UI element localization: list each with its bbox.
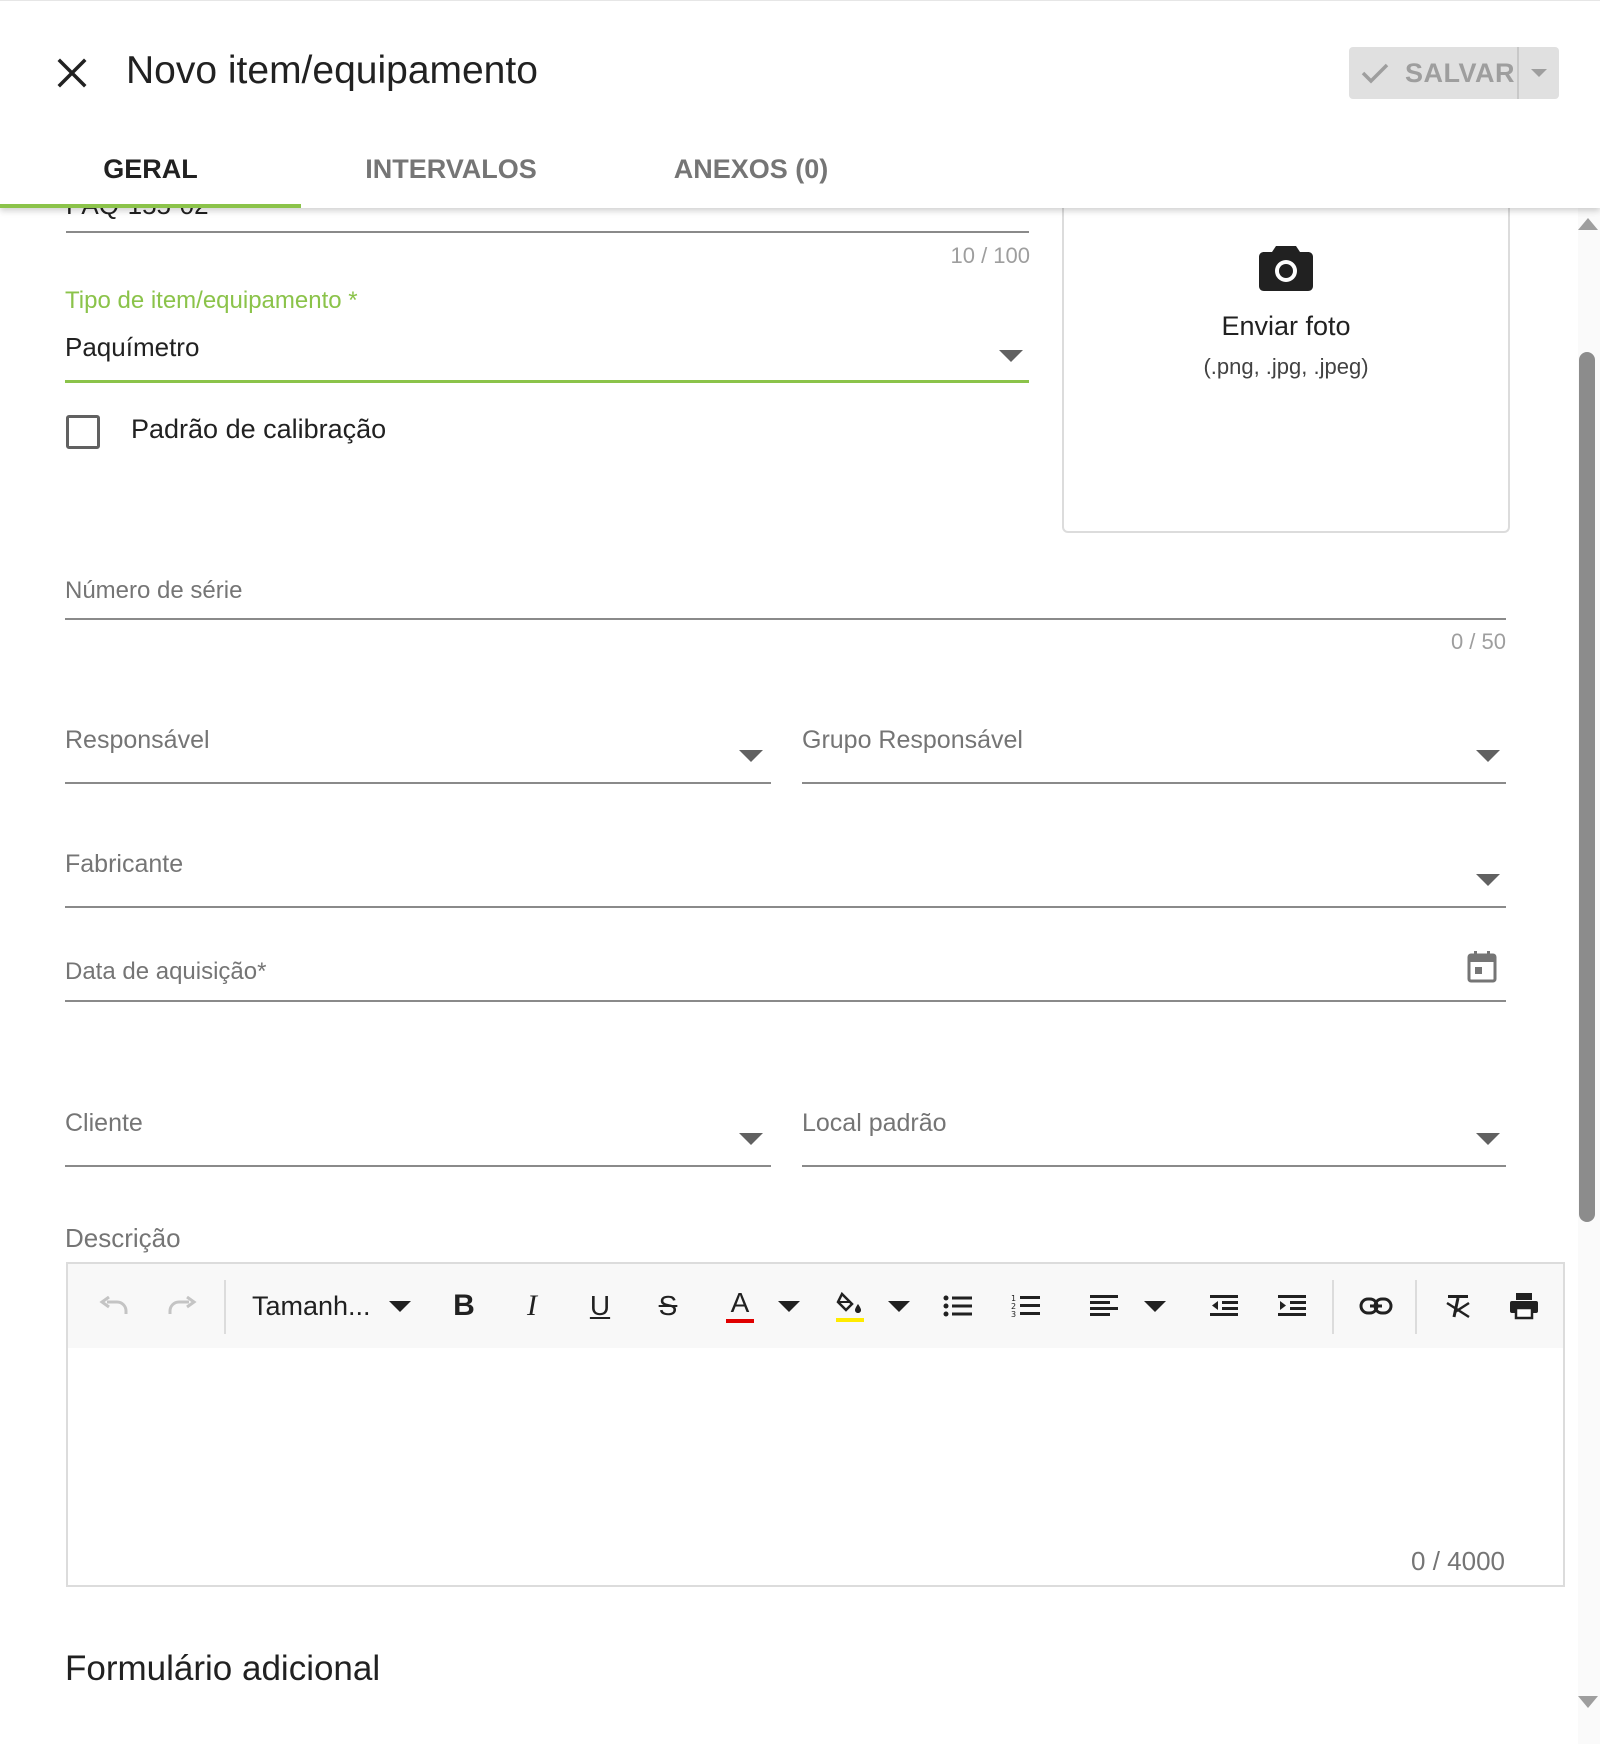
description-counter: 0 / 4000 <box>1411 1546 1505 1576</box>
form-content: PAQ-155-02 10 / 100 Tipo de item/equipam… <box>0 0 1580 1744</box>
default-location-select[interactable]: Local padrão <box>802 1101 1506 1165</box>
chevron-down-icon <box>739 750 763 762</box>
save-button-group: SALVAR <box>1349 47 1559 99</box>
undo-icon[interactable] <box>92 1284 136 1328</box>
italic-icon[interactable]: I <box>512 1284 552 1328</box>
tab-intervalos[interactable]: INTERVALOS <box>301 129 601 209</box>
client-label: Cliente <box>65 1109 143 1137</box>
description-text-area[interactable] <box>68 1348 1563 1585</box>
code-field-underline <box>66 231 1029 233</box>
save-options-button[interactable] <box>1519 47 1559 99</box>
chevron-down-icon <box>1476 1133 1500 1145</box>
editor-toolbar: Tamanh... B I U S A 123 <box>68 1264 1563 1348</box>
check-icon <box>1361 63 1389 84</box>
chevron-down-icon <box>1476 874 1500 886</box>
item-type-label: Tipo de item/equipamento * <box>65 287 358 314</box>
calibration-standard-checkbox[interactable] <box>66 415 100 449</box>
calendar-icon[interactable] <box>1466 950 1498 989</box>
save-button[interactable]: SALVAR <box>1349 47 1517 99</box>
responsible-select[interactable]: Responsável <box>65 718 771 782</box>
photo-upload-formats: (.png, .jpg, .jpeg) <box>1203 354 1369 379</box>
chevron-down-icon <box>1531 69 1547 77</box>
description-label: Descrição <box>65 1223 181 1253</box>
serial-number-counter: 0 / 50 <box>1450 629 1506 654</box>
tab-geral[interactable]: GERAL <box>0 129 301 209</box>
toolbar-divider <box>1332 1280 1334 1334</box>
client-underline <box>65 1165 771 1167</box>
default-location-underline <box>802 1165 1506 1167</box>
outdent-icon[interactable] <box>1204 1284 1244 1328</box>
link-icon[interactable] <box>1354 1284 1398 1328</box>
bold-icon[interactable]: B <box>444 1284 484 1328</box>
font-size-placeholder: Tamanh... <box>252 1290 371 1321</box>
toolbar-divider <box>224 1280 226 1334</box>
numbered-list-icon[interactable]: 123 <box>1006 1284 1046 1328</box>
svg-text:3: 3 <box>1011 1310 1016 1319</box>
tab-bar: GERAL INTERVALOS ANEXOS (0) <box>0 129 900 209</box>
page-title: Novo item/equipamento <box>126 49 538 92</box>
chevron-down-icon[interactable] <box>1140 1284 1170 1328</box>
description-editor: Tamanh... B I U S A 123 0 / 4000 <box>66 1262 1565 1587</box>
photo-upload-area[interactable]: Enviar foto (.png, .jpg, .jpeg) <box>1062 180 1510 533</box>
responsible-label: Responsável <box>65 726 210 754</box>
photo-upload-title: Enviar foto <box>1221 311 1351 341</box>
calibration-standard-label: Padrão de calibração <box>131 414 387 444</box>
clear-format-icon[interactable] <box>1438 1284 1478 1328</box>
chevron-down-icon <box>999 350 1023 362</box>
serial-number-underline <box>65 618 1506 620</box>
underline-icon[interactable]: U <box>580 1284 620 1328</box>
print-icon[interactable] <box>1504 1284 1544 1328</box>
align-icon[interactable] <box>1084 1284 1124 1328</box>
responsible-underline <box>65 782 771 784</box>
chevron-down-icon <box>388 1300 411 1312</box>
manufacturer-label: Fabricante <box>65 850 184 878</box>
item-type-select[interactable]: Paquímetro <box>65 320 1029 380</box>
code-field-counter: 10 / 100 <box>950 243 1030 268</box>
chevron-down-icon <box>1476 750 1500 762</box>
acquisition-date-input[interactable]: Data de aquisição* <box>65 944 1506 1000</box>
text-color-icon[interactable]: A <box>720 1284 760 1328</box>
redo-icon[interactable] <box>160 1284 204 1328</box>
toolbar-divider <box>1415 1280 1417 1334</box>
camera-icon <box>1258 242 1314 297</box>
responsible-group-select[interactable]: Grupo Responsável <box>802 718 1506 782</box>
strikethrough-icon[interactable]: S <box>648 1284 688 1328</box>
font-size-select[interactable]: Tamanh... <box>252 1284 422 1328</box>
responsible-group-underline <box>802 782 1506 784</box>
save-button-label: SALVAR <box>1405 57 1515 88</box>
item-type-value: Paquímetro <box>65 332 200 362</box>
indent-icon[interactable] <box>1272 1284 1312 1328</box>
chevron-down-icon <box>739 1133 763 1145</box>
default-location-label: Local padrão <box>802 1109 947 1137</box>
close-icon[interactable] <box>52 53 92 93</box>
manufacturer-select[interactable]: Fabricante <box>65 842 1506 906</box>
tab-anexos[interactable]: ANEXOS (0) <box>601 129 901 209</box>
active-tab-indicator <box>0 204 301 208</box>
chevron-down-icon[interactable] <box>884 1284 914 1328</box>
client-select[interactable]: Cliente <box>65 1101 771 1165</box>
chevron-down-icon[interactable] <box>774 1284 804 1328</box>
bulleted-list-icon[interactable] <box>938 1284 978 1328</box>
acquisition-date-label: Data de aquisição* <box>65 958 267 985</box>
highlight-icon[interactable] <box>830 1284 870 1328</box>
serial-number-input[interactable] <box>65 570 1506 618</box>
scroll-down-arrow[interactable] <box>1578 1696 1598 1708</box>
responsible-group-label: Grupo Responsável <box>802 726 1023 754</box>
scroll-up-arrow[interactable] <box>1578 218 1598 230</box>
additional-form-title: Formulário adicional <box>65 1649 381 1688</box>
dialog-header: Novo item/equipamento SALVAR GERAL INTER… <box>0 0 1600 208</box>
scrollbar-thumb[interactable] <box>1579 352 1595 1222</box>
acquisition-date-underline <box>65 1000 1506 1002</box>
manufacturer-underline <box>65 906 1506 908</box>
item-type-underline <box>65 380 1029 383</box>
